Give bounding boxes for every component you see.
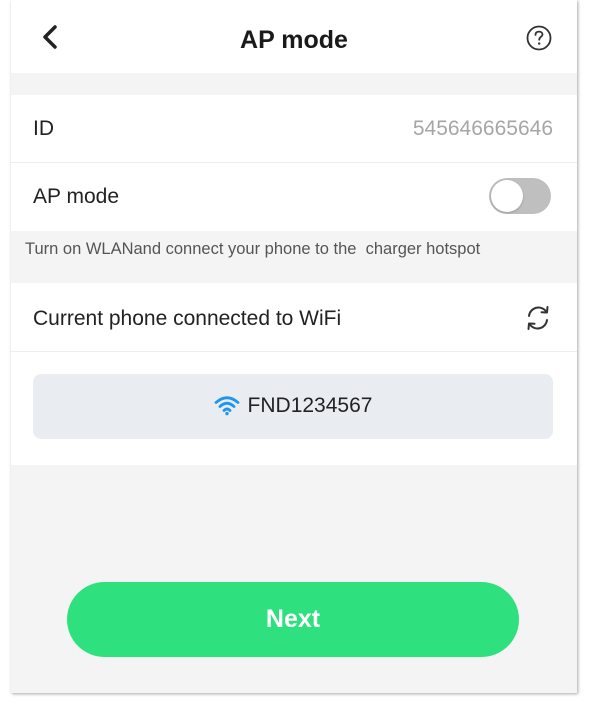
ap-mode-row: AP mode bbox=[11, 163, 577, 231]
wifi-icon bbox=[214, 396, 239, 416]
divider bbox=[11, 351, 577, 352]
toggle-knob bbox=[491, 180, 523, 212]
connected-network: FND1234567 bbox=[33, 394, 553, 418]
help-circle-icon bbox=[526, 25, 552, 51]
app-screen: AP mode ID 545646665646 AP mode Turn on … bbox=[11, 0, 577, 693]
device-id-row: ID 545646665646 bbox=[11, 95, 577, 163]
ap-mode-toggle[interactable] bbox=[489, 178, 551, 214]
hint-text: Turn on WLANand connect your phone to th… bbox=[25, 240, 481, 258]
help-button[interactable] bbox=[525, 24, 553, 52]
device-id-label: ID bbox=[33, 117, 54, 140]
refresh-button[interactable] bbox=[523, 303, 553, 333]
ssid-text: FND1234567 bbox=[247, 394, 373, 417]
refresh-icon bbox=[527, 306, 549, 330]
page-title: AP mode bbox=[240, 26, 348, 54]
connected-network-box: FND1234567 bbox=[33, 374, 553, 439]
device-settings-card: ID 545646665646 AP mode bbox=[11, 95, 577, 231]
device-id-value: 545646665646 bbox=[412, 117, 553, 140]
wifi-section-label: Current phone connected to WiFi bbox=[33, 307, 342, 330]
next-button[interactable]: Next bbox=[67, 582, 519, 657]
header-bar: AP mode bbox=[11, 0, 577, 73]
wifi-card: Current phone connected to WiFi FND12345… bbox=[11, 283, 577, 465]
ap-mode-label: AP mode bbox=[33, 185, 119, 208]
